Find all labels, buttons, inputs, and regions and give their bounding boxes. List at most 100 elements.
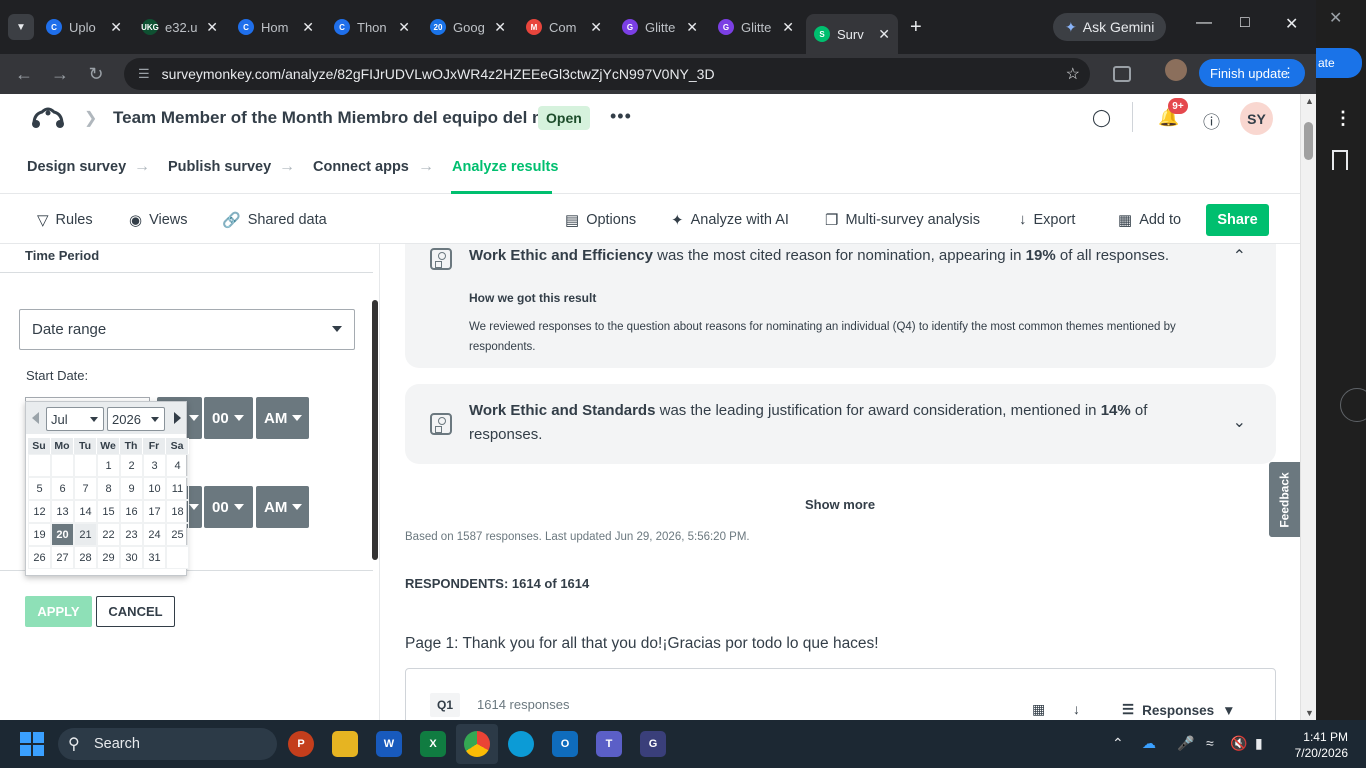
views-button[interactable]: ◉ Views (129, 211, 188, 229)
browser-tab[interactable]: 20 Goog ✕ (422, 10, 514, 44)
calendar-day[interactable]: 13 (51, 500, 74, 523)
calendar-day[interactable]: 1 (97, 454, 120, 477)
word-icon[interactable]: W (376, 731, 402, 757)
bookmark-icon[interactable] (1332, 150, 1348, 170)
system-clock[interactable]: 1:41 PM 7/20/2026 (1280, 729, 1348, 761)
browser-tab[interactable]: M Com ✕ (518, 10, 610, 44)
close-tab-icon[interactable]: ✕ (302, 19, 314, 36)
calendar-day[interactable]: 4 (166, 454, 189, 477)
calendar-day[interactable]: 27 (51, 546, 74, 569)
calendar-day[interactable]: 12 (28, 500, 51, 523)
circle-button[interactable] (1340, 388, 1366, 422)
page-scrollbar[interactable]: ▲ ▼ (1300, 94, 1316, 720)
maximize-icon[interactable]: □ (1240, 14, 1250, 32)
close-tab-icon[interactable]: ✕ (110, 19, 122, 36)
new-tab-button[interactable]: + (910, 16, 922, 39)
calendar-day[interactable]: 5 (28, 477, 51, 500)
calendar-day[interactable]: 6 (51, 477, 74, 500)
taskbar-search[interactable]: ⚲ Search (58, 728, 277, 760)
grid-add-icon[interactable]: ▦ (1032, 701, 1045, 718)
calendar-day[interactable]: 10 (143, 477, 166, 500)
next-month-icon[interactable] (174, 412, 181, 424)
download-arrow-icon[interactable]: ↓ (1073, 701, 1080, 717)
outlook-icon[interactable]: O (552, 731, 578, 757)
calendar-day[interactable]: 30 (120, 546, 143, 569)
close-tab-icon[interactable]: ✕ (494, 19, 506, 36)
microphone-icon[interactable]: 🎤 (1177, 735, 1194, 752)
end-minute-select[interactable]: 00 (204, 486, 253, 528)
close-tab-icon[interactable]: ✕ (782, 19, 794, 36)
show-more-button[interactable]: Show more (805, 497, 875, 512)
prev-month-icon[interactable] (32, 412, 39, 424)
close-tab-icon[interactable]: ✕ (398, 19, 410, 36)
calendar-day[interactable]: 29 (97, 546, 120, 569)
calendar-day[interactable]: 2 (120, 454, 143, 477)
options-button[interactable]: ▤ Options (565, 211, 636, 229)
calendar-day[interactable]: 24 (143, 523, 166, 546)
start-ampm-select[interactable]: AM (256, 397, 309, 439)
step-design-survey[interactable]: Design survey (27, 159, 126, 175)
share-button[interactable]: Share (1206, 204, 1269, 236)
avatar[interactable]: SY (1240, 102, 1273, 135)
windows-start-icon[interactable] (20, 732, 44, 756)
chevron-down-icon[interactable]: ⌄ (1233, 412, 1246, 432)
edge-icon[interactable] (508, 731, 534, 757)
onedrive-icon[interactable]: ☁ (1142, 735, 1156, 752)
battery-icon[interactable]: ▮ (1255, 735, 1263, 752)
month-select[interactable]: Jul (46, 407, 104, 431)
close-icon[interactable]: ✕ (1329, 8, 1342, 28)
more-options-icon[interactable]: ••• (610, 106, 632, 127)
calendar-day-selected[interactable]: 20 (51, 523, 74, 546)
calendar-day[interactable]: 25 (166, 523, 189, 546)
calendar-day[interactable]: 15 (97, 500, 120, 523)
minimize-icon[interactable]: — (1196, 14, 1212, 32)
browser-tab[interactable]: C Hom ✕ (230, 10, 322, 44)
date-range-select[interactable]: Date range (19, 309, 355, 350)
add-to-button[interactable]: ▦ Add to (1118, 211, 1181, 229)
start-minute-select[interactable]: 00 (204, 397, 253, 439)
calendar-day[interactable]: 11 (166, 477, 189, 500)
kebab-menu-icon[interactable]: ⋮ (1334, 108, 1352, 129)
browser-tab[interactable]: C Uplo ✕ (38, 10, 130, 44)
finish-update-button[interactable]: Finish update ⋮ (1199, 59, 1305, 87)
cancel-button[interactable]: CANCEL (96, 596, 175, 627)
close-tab-icon[interactable]: ✕ (686, 19, 698, 36)
teams-icon[interactable]: T (596, 731, 622, 757)
step-publish-survey[interactable]: Publish survey (168, 159, 271, 175)
responses-dropdown[interactable]: ☰ Responses ▼ (1122, 702, 1236, 718)
ask-gemini-button[interactable]: ✦ Ask Gemini (1053, 13, 1167, 41)
calendar-day[interactable]: 22 (97, 523, 120, 546)
close-tab-icon[interactable]: ✕ (590, 19, 602, 36)
feedback-tab[interactable]: Feedback (1269, 462, 1300, 537)
close-window-icon[interactable]: ✕ (1285, 14, 1298, 34)
site-info-icon[interactable]: ☰ (138, 66, 150, 82)
chrome-icon[interactable] (464, 731, 490, 757)
excel-icon[interactable]: X (420, 731, 446, 757)
step-analyze-results[interactable]: Analyze results (452, 159, 558, 175)
reload-icon[interactable]: ↻ (78, 64, 114, 85)
help-icon[interactable]: ⓘ (1203, 108, 1220, 133)
browser-tab[interactable]: UKG e32.u ✕ (134, 10, 226, 44)
volume-muted-icon[interactable]: 🔇 (1230, 735, 1247, 752)
browser-tab[interactable]: G Glitte ✕ (710, 10, 802, 44)
address-bar[interactable]: ☰ surveymonkey.com/analyze/82gFIJrUDVLwO… (124, 58, 1090, 90)
calendar-day[interactable]: 19 (28, 523, 51, 546)
rules-button[interactable]: ▽ Rules (37, 211, 93, 229)
file-explorer-icon[interactable] (332, 731, 358, 757)
scroll-thumb[interactable] (1304, 122, 1313, 160)
close-tab-icon[interactable]: ✕ (206, 19, 218, 36)
chat-bubble-icon[interactable]: ◯ (1092, 108, 1111, 128)
bookmark-star-icon[interactable]: ☆ (1066, 64, 1080, 84)
wifi-icon[interactable]: ≈ (1206, 735, 1214, 751)
browser-tab[interactable]: S Surv ✕ (806, 14, 898, 54)
calendar-day[interactable]: 16 (120, 500, 143, 523)
calendar-day[interactable]: 28 (74, 546, 97, 569)
side-update-button[interactable]: ate (1316, 48, 1362, 78)
browser-tab[interactable]: C Thon ✕ (326, 10, 418, 44)
extensions-icon[interactable] (1113, 66, 1131, 82)
survey-title[interactable]: Team Member of the Month Miembro del equ… (113, 108, 566, 128)
calendar-day[interactable]: 18 (166, 500, 189, 523)
app-icon[interactable]: G (640, 731, 666, 757)
calendar-day[interactable]: 23 (120, 523, 143, 546)
shared-data-button[interactable]: 🔗 Shared data (222, 211, 327, 229)
